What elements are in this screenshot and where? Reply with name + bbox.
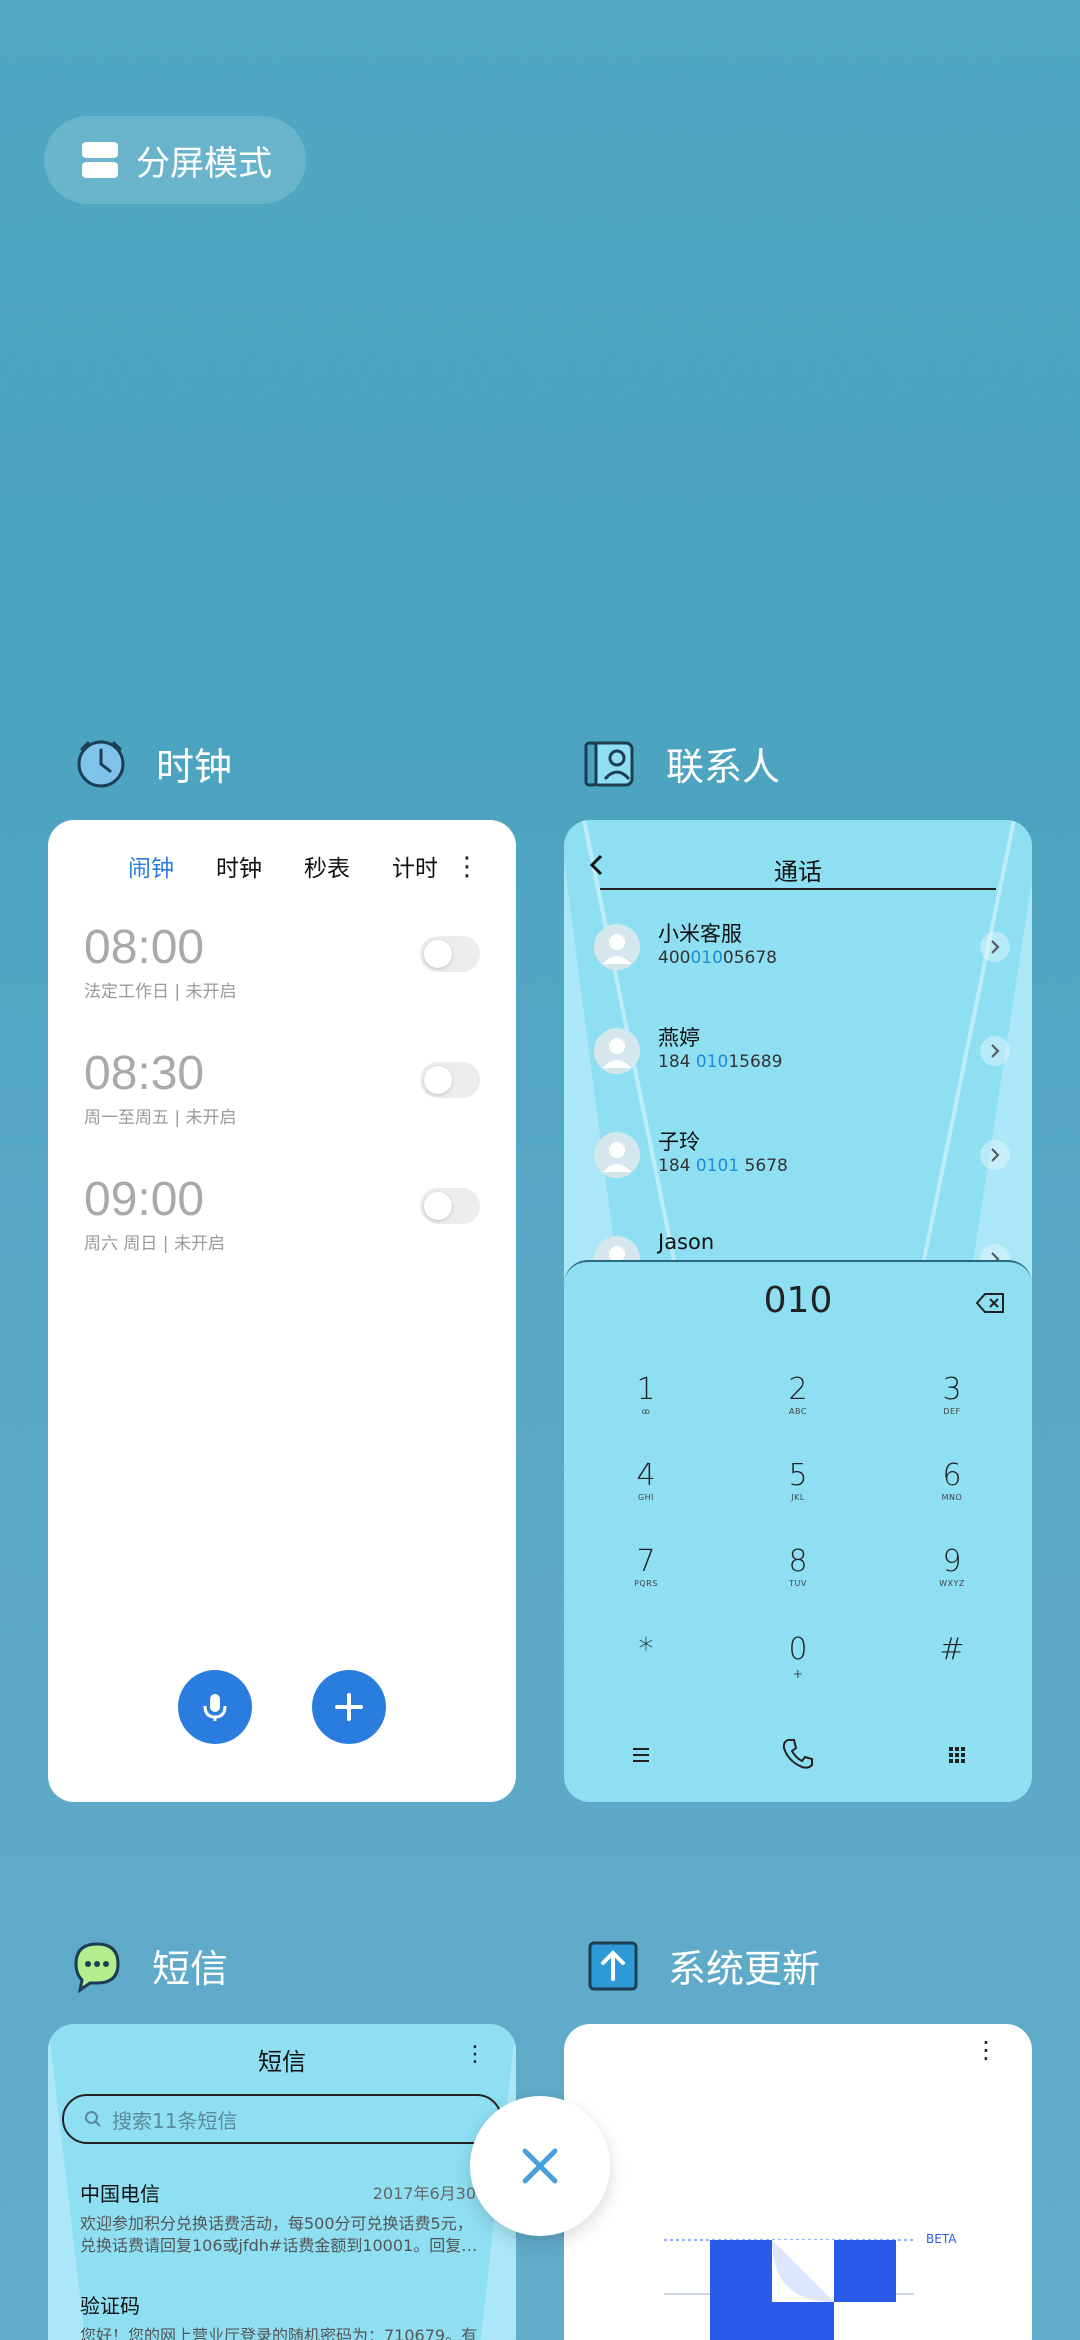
- beta-label: BETA: [926, 2232, 957, 2246]
- alarm-subtitle: 周六 周日 | 未开启: [84, 1234, 225, 1254]
- keypad-icon[interactable]: [946, 1744, 968, 1766]
- menu-icon[interactable]: [630, 1744, 652, 1766]
- alarm-toggle[interactable]: [420, 936, 480, 972]
- contacts-toolbar: 通话: [564, 840, 1032, 890]
- plus-icon: [335, 1693, 363, 1721]
- dial-key-2[interactable]: 2 ABC: [738, 1372, 858, 1416]
- clear-all-button[interactable]: [470, 2096, 610, 2236]
- alarm-item[interactable]: 08:30 周一至周五 | 未开启: [84, 1046, 480, 1142]
- sms-app-card[interactable]: 短信 ⋮ 搜索11条短信 中国电信 2017年6月30日 欢迎参加积分兑换话费活…: [48, 2024, 516, 2340]
- contact-row[interactable]: 小米客服 40001005678: [594, 916, 1010, 990]
- more-icon[interactable]: ⋮: [464, 2042, 486, 2067]
- update-app-name: 系统更新: [668, 1947, 821, 1991]
- dial-key-1[interactable]: 1ꝏ: [586, 1372, 706, 1416]
- avatar: [594, 1132, 640, 1178]
- contacts-app-header[interactable]: 联系人: [584, 736, 780, 791]
- tab-stopwatch[interactable]: 秒表: [304, 849, 350, 883]
- alarm-subtitle: 法定工作日 | 未开启: [84, 982, 237, 1002]
- dial-key-9[interactable]: 9 WXYZ: [892, 1544, 1012, 1588]
- dial-display: 010: [763, 1280, 833, 1321]
- dial-key-5[interactable]: 5 JKL: [738, 1458, 858, 1502]
- contact-number: 40001005678: [658, 948, 777, 968]
- voice-alarm-button[interactable]: [178, 1670, 252, 1744]
- sms-icon: [74, 1941, 120, 1993]
- contact-name: Jason: [658, 1230, 715, 1254]
- sms-title: 短信: [258, 2048, 306, 2076]
- sms-app-name: 短信: [152, 1947, 229, 1991]
- contacts-app-card[interactable]: 通话 小米客服 40001005678 燕婷 184 01015689 子玲 1…: [564, 820, 1032, 1802]
- contact-row[interactable]: 燕婷 184 01015689: [594, 1020, 1010, 1094]
- chevron-right-icon[interactable]: [980, 1140, 1010, 1170]
- alarm-subtitle: 周一至周五 | 未开启: [84, 1108, 237, 1128]
- search-placeholder: 搜索11条短信: [112, 2108, 238, 2133]
- split-screen-label: 分屏模式: [136, 143, 272, 184]
- avatar: [594, 924, 640, 970]
- dial-key-4[interactable]: 4 GHI: [586, 1458, 706, 1502]
- alarm-item[interactable]: 08:00 法定工作日 | 未开启: [84, 920, 480, 1016]
- dialer-panel: 010 1ꝏ 2 ABC 3 DEF 4 GHI 5 JKL 6 MNO 7 PQRS 8T…: [564, 1260, 1032, 1802]
- contact-name: 小米客服: [658, 922, 742, 946]
- chevron-right-icon[interactable]: [980, 1036, 1010, 1066]
- contact-number: 184 0101 5678: [658, 1156, 788, 1176]
- sms-search-input[interactable]: 搜索11条短信: [62, 2094, 502, 2144]
- alarm-toggle[interactable]: [420, 1062, 480, 1098]
- contact-name: 燕婷: [658, 1026, 700, 1050]
- microphone-icon: [203, 1694, 227, 1721]
- system-update-icon: [588, 1941, 638, 1990]
- more-icon[interactable]: ⋮: [974, 2036, 998, 2064]
- clock-icon: [77, 740, 125, 787]
- split-screen-button[interactable]: 分屏模式: [44, 116, 306, 204]
- add-alarm-button[interactable]: [312, 1670, 386, 1744]
- contacts-title: 通话: [774, 858, 822, 886]
- dial-key-star[interactable]: *: [586, 1632, 706, 1667]
- tab-timer[interactable]: 计时: [392, 849, 438, 883]
- update-app-card[interactable]: ⋮ BETA: [564, 2024, 1032, 2340]
- alarm-item[interactable]: 09:00 周六 周日 | 未开启: [84, 1172, 480, 1268]
- contact-number: 184 01015689: [658, 1052, 783, 1072]
- sms-sender: 验证码: [80, 2294, 140, 2318]
- dial-key-3[interactable]: 3 DEF: [892, 1372, 1012, 1416]
- chevron-right-icon[interactable]: [980, 932, 1010, 962]
- contact-row[interactable]: 子玲 184 0101 5678: [594, 1124, 1010, 1198]
- contacts-app-name: 联系人: [666, 745, 781, 789]
- dialer-bottom-bar: [564, 1730, 1032, 1780]
- close-icon: [522, 2148, 558, 2184]
- clock-app-name: 时钟: [156, 745, 233, 789]
- dial-key-0[interactable]: 0 +: [738, 1632, 858, 1681]
- sms-thread[interactable]: 中国电信 2017年6月30日 欢迎参加积分兑换话费活动，每500分可兑换话费5…: [80, 2178, 492, 2257]
- dial-key-6[interactable]: 6 MNO: [892, 1458, 1012, 1502]
- update-illustration: [664, 2239, 914, 2340]
- sms-app-header[interactable]: 短信: [70, 1938, 228, 1993]
- contacts-icon: [584, 741, 634, 786]
- update-app-header[interactable]: 系统更新: [586, 1938, 820, 1993]
- backspace-icon[interactable]: [976, 1292, 1006, 1314]
- tab-alarm[interactable]: 闹钟: [128, 849, 174, 883]
- alarm-toggle[interactable]: [420, 1188, 480, 1224]
- clock-tabs: 闹钟 时钟 秒表 计时 ⋮: [48, 840, 516, 892]
- sms-preview: 欢迎参加积分兑换话费活动，每500分可兑换话费5元， 兑换话费请回复106或jfd…: [80, 2214, 478, 2255]
- phone-call-icon[interactable]: [778, 1734, 818, 1774]
- search-icon: [85, 2111, 101, 2127]
- dial-key-7[interactable]: 7 PQRS: [586, 1544, 706, 1588]
- more-icon[interactable]: ⋮: [454, 852, 480, 882]
- divider: [600, 888, 996, 890]
- tab-clock[interactable]: 时钟: [216, 849, 262, 883]
- sms-thread[interactable]: 验证码 您好！您的网上营业厅登录的随机密码为：710679。有: [80, 2290, 484, 2340]
- dial-key-8[interactable]: 8 TUV: [738, 1544, 858, 1588]
- clock-app-card[interactable]: 闹钟 时钟 秒表 计时 ⋮ 08:00 法定工作日 | 未开启 08:30 周一…: [48, 820, 516, 1802]
- avatar: [594, 1028, 640, 1074]
- split-screen-icon: [82, 142, 118, 178]
- dial-key-hash[interactable]: #: [892, 1632, 1012, 1667]
- clock-app-header[interactable]: 时钟: [74, 736, 232, 791]
- sms-preview: 您好！您的网上营业厅登录的随机密码为：710679。有: [80, 2326, 478, 2340]
- contact-name: 子玲: [658, 1130, 700, 1154]
